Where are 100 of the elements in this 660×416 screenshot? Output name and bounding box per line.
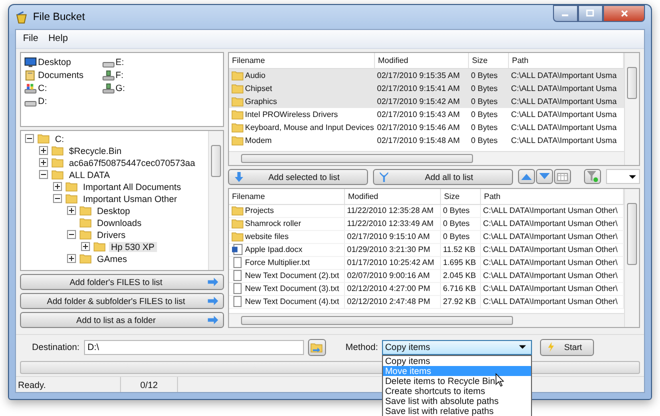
drive-item[interactable]: G: bbox=[102, 82, 126, 95]
tree-item[interactable]: GAmes bbox=[95, 254, 130, 264]
maximize-button[interactable] bbox=[578, 5, 603, 22]
expand-icon[interactable] bbox=[81, 242, 90, 252]
table-cell: 0 Bytes bbox=[441, 230, 481, 244]
table-row[interactable]: Audio 02/17/2010 9:15:35 AM 0 Bytes C:\ALL DATA\Important Usma bbox=[229, 68, 624, 82]
scrollbar[interactable] bbox=[229, 312, 624, 327]
collapse-icon[interactable] bbox=[67, 230, 76, 240]
folder-arrow-icon bbox=[310, 342, 324, 353]
scrollbar[interactable] bbox=[208, 130, 223, 270]
tree-item[interactable]: Hp 530 XP bbox=[109, 242, 157, 252]
text-file-icon bbox=[231, 296, 244, 308]
column-header[interactable]: Filename bbox=[229, 188, 345, 204]
move-down-button[interactable] bbox=[536, 169, 553, 184]
menu-item[interactable]: Help bbox=[45, 33, 71, 44]
minimize-button[interactable] bbox=[553, 5, 578, 22]
tree-item[interactable]: Desktop bbox=[95, 206, 132, 216]
network-drive-icon bbox=[102, 82, 115, 94]
tree-item[interactable]: Important All Documents bbox=[81, 182, 184, 192]
dropdown-option[interactable]: Save list with absolute paths bbox=[383, 396, 532, 406]
dropdown-option[interactable]: Delete items to Recycle Bin bbox=[383, 376, 532, 386]
table-cell-text: 02/17/2010 9:15:46 AM bbox=[376, 122, 461, 134]
expand-icon[interactable] bbox=[53, 182, 62, 192]
column-header[interactable]: Modified bbox=[345, 188, 441, 204]
columns-button[interactable] bbox=[554, 169, 571, 184]
column-header[interactable]: Size bbox=[441, 188, 481, 204]
drive-item[interactable]: F: bbox=[102, 68, 126, 82]
filter-dropdown[interactable] bbox=[606, 169, 640, 184]
tree-item[interactable]: ALL DATA bbox=[67, 170, 112, 180]
word-document-icon bbox=[231, 244, 244, 256]
method-dropdown[interactable]: Copy items bbox=[382, 340, 532, 355]
column-header[interactable]: Filename bbox=[229, 52, 375, 68]
window-title: File Bucket bbox=[33, 11, 86, 23]
add-button[interactable]: Add folder's FILES to list bbox=[20, 274, 224, 290]
drive-item[interactable]: D: bbox=[24, 94, 84, 108]
menu-item[interactable]: File bbox=[20, 33, 42, 44]
drive-label: C: bbox=[38, 83, 47, 94]
drive-item[interactable]: E: bbox=[102, 56, 126, 69]
drive-item[interactable]: Desktop bbox=[24, 56, 84, 69]
folder-icon bbox=[231, 205, 244, 216]
folder-icon bbox=[65, 181, 78, 192]
table-cell: 6.716 KB bbox=[441, 282, 481, 296]
destination-field[interactable]: D:\ bbox=[84, 340, 304, 355]
table-row[interactable]: Chipset 02/17/2010 9:15:41 AM 0 Bytes C:\ALL DATA\Important Usma bbox=[229, 82, 624, 95]
expand-icon[interactable] bbox=[39, 146, 48, 156]
move-up-button[interactable] bbox=[518, 169, 535, 184]
drive-label: F: bbox=[116, 70, 124, 80]
table-cell-text: C:\ALL DATA\Important Usma bbox=[510, 108, 618, 121]
folder-icon bbox=[37, 133, 50, 144]
funnel-arrows-icon bbox=[378, 172, 390, 182]
add-selected-button[interactable]: Add selected to list bbox=[228, 168, 368, 185]
folder-icon bbox=[79, 253, 92, 264]
browse-button[interactable] bbox=[308, 338, 326, 356]
tree-item[interactable]: $Recycle.Bin bbox=[67, 146, 124, 156]
tree-item[interactable]: Important Usman Other bbox=[81, 194, 180, 204]
dropdown-option[interactable]: Copy items bbox=[383, 356, 532, 366]
folder-icon bbox=[79, 229, 92, 240]
document-folder-icon bbox=[24, 70, 37, 81]
start-button[interactable]: Start bbox=[540, 338, 594, 356]
scrollbar[interactable] bbox=[624, 52, 639, 165]
table-cell: 11.52 KB bbox=[441, 244, 481, 257]
folder-icon bbox=[93, 241, 106, 252]
table-cell-text: 0 Bytes bbox=[470, 70, 499, 82]
dropdown-option[interactable]: Create shortcuts to items bbox=[383, 386, 532, 396]
table-cell: C:\ALL DATA\Important Usman Other\ bbox=[481, 244, 624, 257]
add-all-button[interactable]: Add all to list bbox=[373, 168, 513, 185]
tree-item[interactable]: ac6a67f50875447cec070573aa bbox=[67, 158, 198, 168]
table-row[interactable]: Modem 02/17/2010 9:15:48 AM 0 Bytes C:\ALL DATA\Important Usma bbox=[229, 134, 624, 147]
table-cell-text: 02/17/2010 9:15:42 AM bbox=[376, 96, 461, 108]
column-header[interactable]: Modified bbox=[375, 52, 469, 68]
monitor-icon bbox=[24, 56, 37, 68]
grid-icon bbox=[557, 172, 568, 181]
expand-icon[interactable] bbox=[67, 206, 76, 216]
table-cell-text: 0 Bytes bbox=[470, 82, 499, 95]
expand-icon[interactable] bbox=[67, 254, 76, 264]
column-header[interactable]: Size bbox=[469, 52, 509, 68]
tree-item[interactable]: C: bbox=[53, 134, 66, 144]
filter-add-button[interactable] bbox=[584, 169, 601, 184]
table-cell: New Text Document (4).txt bbox=[245, 297, 340, 306]
drive-item[interactable]: Documents bbox=[24, 68, 84, 82]
collapse-icon[interactable] bbox=[25, 134, 34, 144]
close-button[interactable] bbox=[603, 5, 645, 22]
tree-item[interactable]: Drivers bbox=[95, 230, 128, 240]
add-button[interactable]: Add to list as a folder bbox=[20, 312, 224, 328]
scrollbar[interactable] bbox=[624, 188, 639, 327]
table-row[interactable]: Keyboard, Mouse and Input Devices 02/17/2010 9:15:46 AM 0 Bytes C:\ALL DATA\Important Usma bbox=[229, 120, 624, 134]
table-row[interactable]: Intel PROWireless Drivers 02/17/2010 9:15:43 AM 0 Bytes C:\ALL DATA\Important Usma bbox=[229, 108, 624, 121]
table-cell: 0 Bytes bbox=[441, 204, 481, 218]
drive-item[interactable]: C: bbox=[24, 82, 84, 95]
table-cell: 11/22/2010 12:33:49 AM bbox=[345, 218, 441, 231]
collapse-icon[interactable] bbox=[39, 170, 48, 180]
dropdown-option[interactable]: Save list with relative paths bbox=[383, 406, 532, 416]
table-row[interactable]: Graphics 02/17/2010 9:15:42 AM 0 Bytes C:\ALL DATA\Important Usma bbox=[229, 94, 624, 108]
add-button[interactable]: Add folder & subfolder's FILES to list bbox=[20, 292, 224, 309]
folder-icon bbox=[79, 205, 92, 216]
scrollbar[interactable] bbox=[229, 150, 624, 165]
down-arrow-icon bbox=[233, 172, 245, 182]
expand-icon[interactable] bbox=[39, 158, 48, 168]
collapse-icon[interactable] bbox=[53, 194, 62, 204]
tree-item[interactable]: Downloads bbox=[95, 218, 144, 228]
